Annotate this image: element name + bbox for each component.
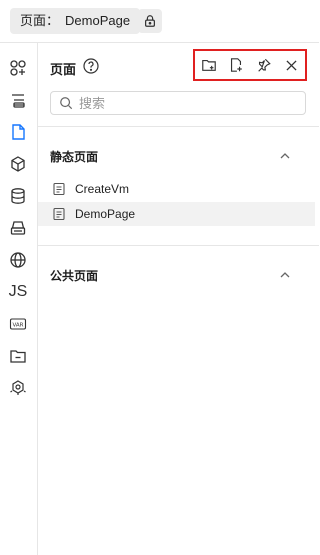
outline-icon[interactable] — [6, 88, 30, 112]
print-icon[interactable] — [6, 216, 30, 240]
search-box — [50, 91, 306, 115]
components-icon[interactable] — [6, 56, 30, 80]
search-icon — [60, 97, 73, 110]
static-pages-header[interactable]: 静态页面 — [38, 135, 319, 175]
variables-icon[interactable]: VAR — [6, 312, 30, 336]
page-item-label: DemoPage — [75, 207, 136, 221]
js-icon[interactable]: JS — [6, 280, 30, 304]
page-icon — [53, 182, 65, 196]
blocks-icon[interactable] — [6, 152, 30, 176]
close-icon — [286, 59, 297, 71]
breadcrumb-page: DemoPage — [65, 13, 131, 28]
panel-header: 页面 — [38, 42, 319, 90]
globe-icon[interactable] — [6, 248, 30, 272]
divider — [38, 126, 319, 127]
divider — [38, 245, 319, 246]
plugins-icon[interactable] — [6, 376, 30, 400]
panel-title: 页面 — [50, 62, 77, 77]
svg-text:VAR: VAR — [13, 323, 24, 329]
chevron-up-icon[interactable] — [278, 268, 292, 282]
pages-panel: 页面 静态页面 CreateVm — [38, 42, 319, 555]
panel-toolbar — [193, 49, 307, 81]
page-item-createvm[interactable]: CreateVm — [38, 177, 315, 201]
pages-icon[interactable] — [6, 120, 30, 144]
datasource-icon[interactable] — [6, 184, 30, 208]
folder-minus-icon[interactable] — [6, 344, 30, 368]
section-title: 静态页面 — [50, 150, 99, 164]
pin-button[interactable] — [254, 55, 274, 75]
add-folder-button[interactable] — [199, 55, 219, 75]
section-title: 公共页面 — [50, 269, 99, 283]
chevron-up-icon[interactable] — [278, 149, 292, 163]
page-icon — [53, 207, 65, 221]
page-item-demopage[interactable]: DemoPage — [38, 202, 315, 226]
lock-button[interactable] — [138, 9, 162, 33]
pin-icon — [258, 58, 271, 72]
file-add-icon — [231, 58, 243, 72]
folder-add-icon — [201, 59, 216, 71]
breadcrumb-label: 页面： — [20, 13, 60, 28]
js-icon-label: JS — [8, 283, 28, 300]
help-icon[interactable] — [82, 57, 100, 75]
lock-icon — [145, 15, 155, 27]
close-button[interactable] — [281, 55, 301, 75]
breadcrumb[interactable]: 页面： DemoPage — [10, 8, 141, 34]
page-item-label: CreateVm — [75, 182, 130, 196]
add-page-button[interactable] — [226, 55, 246, 75]
top-bar: 页面： DemoPage — [0, 0, 319, 43]
search-input[interactable] — [77, 94, 301, 112]
public-pages-header[interactable]: 公共页面 — [38, 254, 319, 294]
icon-rail: JS VAR — [0, 42, 38, 555]
